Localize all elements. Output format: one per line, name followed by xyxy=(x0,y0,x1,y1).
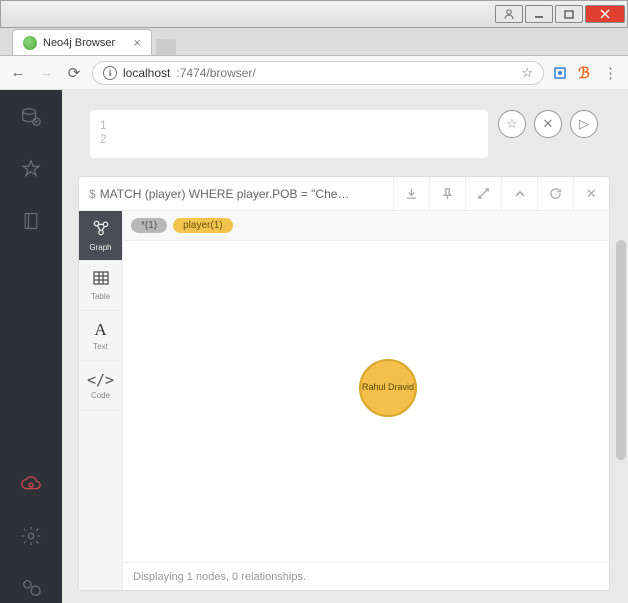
chip-player[interactable]: player(1) xyxy=(173,218,232,233)
graph-icon xyxy=(92,219,110,241)
site-info-icon[interactable]: i xyxy=(103,66,117,80)
browser-tab[interactable]: Neo4j Browser × xyxy=(12,29,152,55)
forward-button[interactable]: → xyxy=(36,63,56,83)
view-text[interactable]: A Text xyxy=(79,311,122,361)
query-editor[interactable]: 1 2 xyxy=(90,110,488,158)
browser-tabbar: Neo4j Browser × xyxy=(0,28,628,56)
sidebar-documents-icon[interactable] xyxy=(16,206,46,236)
reload-button[interactable]: ⟳ xyxy=(64,63,84,83)
window-close-button[interactable] xyxy=(585,5,625,23)
export-button[interactable] xyxy=(393,177,429,210)
tab-close-icon[interactable]: × xyxy=(133,35,141,50)
new-tab-button[interactable] xyxy=(156,39,176,55)
view-switcher: Graph Table A Text </> Code xyxy=(79,211,123,590)
code-icon: </> xyxy=(87,371,114,389)
scrollbar-thumb[interactable] xyxy=(616,240,626,460)
bookmark-star-icon[interactable]: ☆ xyxy=(521,65,533,81)
window-minimize-button[interactable] xyxy=(525,5,553,23)
expand-button[interactable] xyxy=(465,177,501,210)
result-toolbar: ✕ xyxy=(393,177,609,210)
editor-actions: ☆ ✕ ▷ xyxy=(498,110,598,138)
favorite-button[interactable]: ☆ xyxy=(498,110,526,138)
result-frame: $ MATCH (player) WHERE player.POB = "Che…… xyxy=(78,176,610,591)
address-host: localhost xyxy=(123,66,170,80)
left-sidebar xyxy=(0,90,62,603)
graph-panel: *(1) player(1) Rahul Dravid Displaying 1… xyxy=(123,211,609,590)
view-table[interactable]: Table xyxy=(79,261,122,311)
text-icon: A xyxy=(94,320,106,340)
back-button[interactable]: ← xyxy=(8,63,28,83)
query-body: MATCH (player) WHERE player.POB = "Che… xyxy=(100,187,350,201)
browser-toolbar: ← → ⟳ i localhost :7474/browser/ ☆ ℬ ⋮ xyxy=(0,56,628,90)
main-content: 1 2 ☆ ✕ ▷ $ MATCH (player) WHERE player.P… xyxy=(62,90,628,603)
view-label: Graph xyxy=(89,243,111,252)
chip-all[interactable]: *(1) xyxy=(131,218,167,233)
graph-canvas[interactable]: Rahul Dravid xyxy=(123,241,609,562)
close-result-button[interactable]: ✕ xyxy=(573,177,609,210)
graph-node[interactable]: Rahul Dravid xyxy=(359,359,417,417)
run-button[interactable]: ▷ xyxy=(570,110,598,138)
clear-button[interactable]: ✕ xyxy=(534,110,562,138)
sidebar-settings-icon[interactable] xyxy=(16,521,46,551)
browser-menu-button[interactable]: ⋮ xyxy=(600,63,620,83)
address-path: :7474/browser/ xyxy=(176,66,255,80)
view-label: Text xyxy=(93,342,108,351)
pin-button[interactable] xyxy=(429,177,465,210)
extension-icon-1[interactable] xyxy=(552,65,568,81)
view-label: Table xyxy=(91,292,110,301)
app-root: 1 2 ☆ ✕ ▷ $ MATCH (player) WHERE player.P… xyxy=(0,90,628,603)
view-graph[interactable]: Graph xyxy=(79,211,122,261)
query-editor-card: 1 2 ☆ ✕ ▷ xyxy=(78,102,610,166)
window-user-button[interactable] xyxy=(495,5,523,23)
view-label: Code xyxy=(91,391,110,400)
neo4j-favicon xyxy=(23,36,37,50)
extension-icon-2[interactable]: ℬ xyxy=(576,65,592,81)
result-statusbar: Displaying 1 nodes, 0 relationships. xyxy=(123,562,609,590)
table-icon xyxy=(93,270,109,290)
label-chips: *(1) player(1) xyxy=(123,211,609,241)
executed-query: $ MATCH (player) WHERE player.POB = "Che… xyxy=(79,187,393,201)
address-field[interactable]: i localhost :7474/browser/ ☆ xyxy=(92,61,544,85)
result-body: Graph Table A Text </> Code xyxy=(79,211,609,590)
tab-title: Neo4j Browser xyxy=(43,37,127,49)
window-maximize-button[interactable] xyxy=(555,5,583,23)
window-titlebar xyxy=(0,0,628,28)
sidebar-database-icon[interactable] xyxy=(16,102,46,132)
query-prompt: $ xyxy=(89,187,96,201)
status-text: Displaying 1 nodes, 0 relationships. xyxy=(133,571,306,583)
sidebar-about-icon[interactable] xyxy=(16,573,46,603)
sidebar-favorites-icon[interactable] xyxy=(16,154,46,184)
editor-line-number: 2 xyxy=(100,132,478,146)
sidebar-cloud-icon[interactable] xyxy=(16,469,46,499)
rerun-button[interactable] xyxy=(537,177,573,210)
collapse-up-button[interactable] xyxy=(501,177,537,210)
result-header: $ MATCH (player) WHERE player.POB = "Che…… xyxy=(79,177,609,211)
editor-line-number: 1 xyxy=(100,118,478,132)
view-code[interactable]: </> Code xyxy=(79,361,122,411)
node-label: Rahul Dravid xyxy=(362,383,414,393)
